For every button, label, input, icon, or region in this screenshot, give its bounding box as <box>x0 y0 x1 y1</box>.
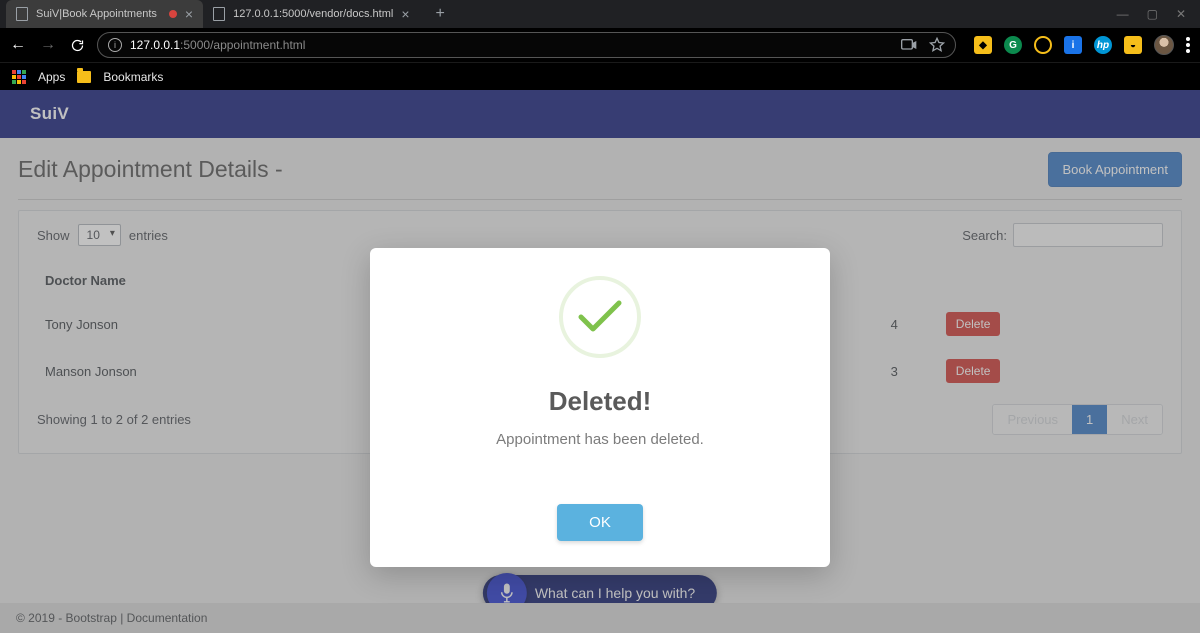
forward-button[interactable]: → <box>40 37 56 53</box>
extension-icons: ◆ G i hp ◒ <box>968 36 1142 54</box>
extension-icon[interactable]: ◆ <box>974 36 992 54</box>
back-button[interactable]: ← <box>10 37 26 53</box>
modal-message: Appointment has been deleted. <box>496 431 704 448</box>
reload-button[interactable] <box>70 38 85 53</box>
extension-icon[interactable]: ◒ <box>1124 36 1142 54</box>
apps-icon[interactable] <box>12 70 26 84</box>
extension-icon[interactable] <box>1034 36 1052 54</box>
delete-confirmation-modal: Deleted! Appointment has been deleted. O… <box>370 248 830 567</box>
new-tab-button[interactable]: + <box>426 5 455 23</box>
site-info-icon[interactable]: i <box>108 38 122 52</box>
close-window-icon[interactable]: ✕ <box>1176 7 1186 21</box>
tab-title: 127.0.0.1:5000/vendor/docs.html <box>233 8 393 20</box>
tab-inactive[interactable]: 127.0.0.1:5000/vendor/docs.html × <box>203 0 419 28</box>
profile-avatar[interactable] <box>1154 35 1174 55</box>
success-check-icon <box>559 276 641 358</box>
page-icon <box>213 7 225 21</box>
maximize-icon[interactable]: ▢ <box>1147 7 1158 21</box>
browser-menu-button[interactable] <box>1186 37 1190 53</box>
close-icon[interactable]: × <box>401 7 409 21</box>
url-text: 127.0.0.1:5000/appointment.html <box>130 38 305 52</box>
address-bar[interactable]: i 127.0.0.1:5000/appointment.html <box>97 32 956 58</box>
tab-title: SuiV|Book Appointments <box>36 8 157 20</box>
modal-ok-button[interactable]: OK <box>557 504 643 541</box>
window-controls: — ▢ ✕ <box>1103 7 1200 21</box>
extension-icon[interactable]: hp <box>1094 36 1112 54</box>
extension-icon[interactable]: i <box>1064 36 1082 54</box>
camera-icon[interactable] <box>901 39 917 51</box>
bookmark-star-icon[interactable] <box>929 37 945 53</box>
minimize-icon[interactable]: — <box>1117 7 1129 21</box>
bookmarks-bar: Apps Bookmarks <box>0 62 1200 90</box>
close-icon[interactable]: × <box>185 7 193 21</box>
tab-active[interactable]: SuiV|Book Appointments × <box>6 0 203 28</box>
apps-label[interactable]: Apps <box>38 70 65 84</box>
folder-icon[interactable] <box>77 71 91 83</box>
tab-bar: SuiV|Book Appointments × 127.0.0.1:5000/… <box>0 0 1200 28</box>
modal-title: Deleted! <box>549 386 652 417</box>
bookmarks-folder-label[interactable]: Bookmarks <box>103 70 163 84</box>
extension-icon[interactable]: G <box>1004 36 1022 54</box>
browser-chrome: SuiV|Book Appointments × 127.0.0.1:5000/… <box>0 0 1200 90</box>
address-toolbar: ← → i 127.0.0.1:5000/appointment.html ◆ <box>0 28 1200 62</box>
recording-indicator-icon <box>169 10 177 18</box>
page-icon <box>16 7 28 21</box>
